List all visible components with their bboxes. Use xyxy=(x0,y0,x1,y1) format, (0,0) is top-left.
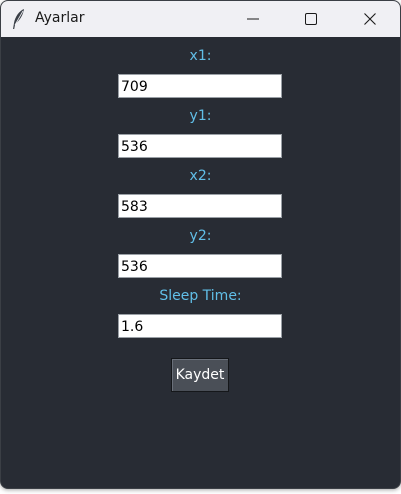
title-bar[interactable]: Ayarlar xyxy=(1,1,400,37)
window-title: Ayarlar xyxy=(35,10,85,26)
save-button[interactable]: Kaydet xyxy=(171,358,229,392)
sleep-time-input[interactable] xyxy=(118,314,282,338)
minimize-button[interactable] xyxy=(224,1,282,37)
feather-icon xyxy=(11,8,27,30)
y1-input[interactable] xyxy=(118,134,282,158)
maximize-icon xyxy=(305,13,317,25)
y1-label: y1: xyxy=(189,108,212,124)
settings-window: Ayarlar x1: y1: x2: y2: Sleep Time: Kay xyxy=(0,0,401,489)
maximize-button[interactable] xyxy=(282,1,340,37)
x1-label: x1: xyxy=(189,48,212,64)
close-button[interactable] xyxy=(341,1,399,37)
x2-input[interactable] xyxy=(118,194,282,218)
settings-form: x1: y1: x2: y2: Sleep Time: Kaydet xyxy=(1,37,400,488)
minimize-icon xyxy=(247,13,259,25)
sleep-time-label: Sleep Time: xyxy=(159,288,242,304)
x1-input[interactable] xyxy=(118,74,282,98)
close-icon xyxy=(364,13,376,25)
x2-label: x2: xyxy=(189,168,212,184)
y2-label: y2: xyxy=(189,228,212,244)
y2-input[interactable] xyxy=(118,254,282,278)
